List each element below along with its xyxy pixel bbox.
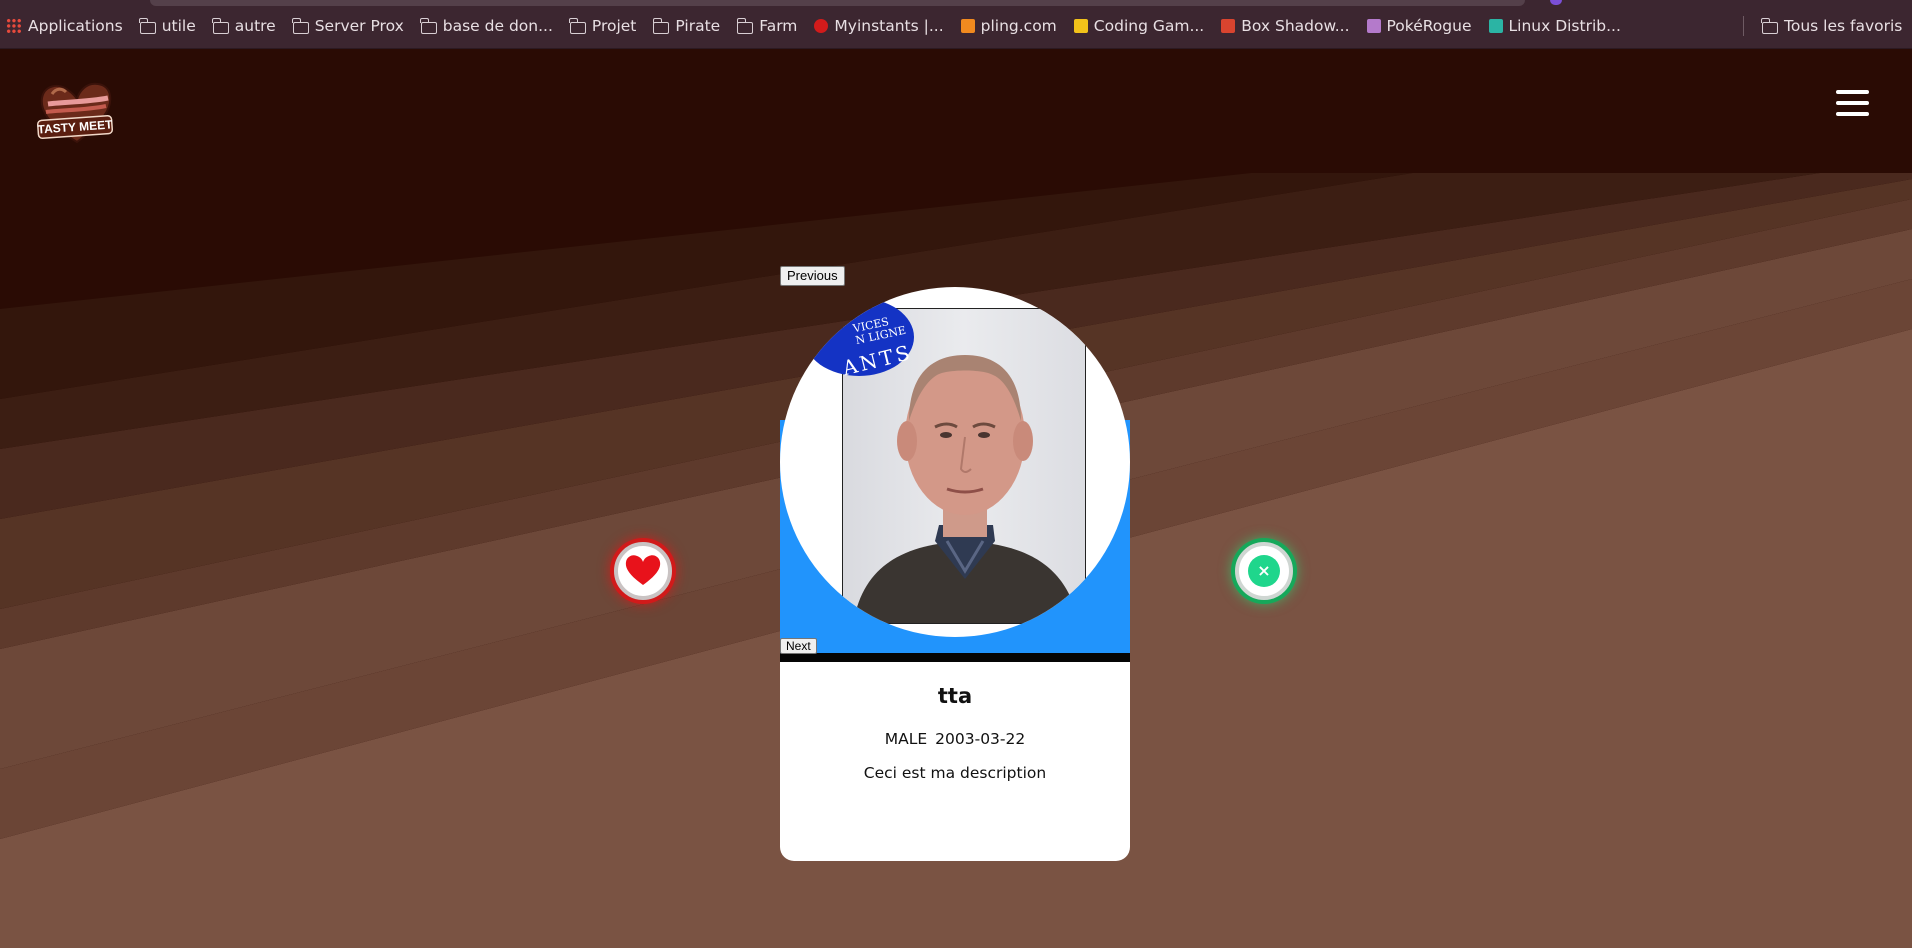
bookmark-item[interactable]: Projet: [569, 15, 637, 37]
extension-indicator[interactable]: [1550, 0, 1562, 5]
bookmark-item[interactable]: Myinstants |...: [814, 15, 944, 37]
myinstants-favicon: [814, 19, 829, 33]
profile-photo: VICES N LIGNE ANTS: [780, 287, 1130, 637]
bookmark-item[interactable]: Farm: [736, 15, 798, 37]
profile-meta: MALE 2003-03-22: [780, 730, 1130, 748]
bookmarks-list: Applications utile autre Server Prox base de…: [6, 15, 1638, 37]
bookmark-item[interactable]: utile: [139, 15, 196, 37]
bookmark-label: Linux Distrib...: [1508, 17, 1621, 35]
bookmark-label: Farm: [759, 17, 798, 35]
folder-icon: [139, 17, 156, 34]
bookmark-label: Myinstants |...: [834, 17, 944, 35]
hamburger-menu-icon[interactable]: [1836, 90, 1870, 118]
tastymeet-logo[interactable]: TASTY MEET: [32, 72, 122, 152]
folder-icon: [1761, 17, 1778, 34]
profile-description: Ceci est ma description: [863, 764, 1047, 782]
bookmark-item[interactable]: Box Shadow...: [1221, 15, 1350, 37]
bookmark-item[interactable]: Applications: [6, 15, 123, 37]
bookmark-label: Server Prox: [314, 17, 404, 35]
bookmark-label: pling.com: [980, 17, 1057, 35]
bookmark-label: Coding Gam...: [1093, 17, 1205, 35]
folder-icon: [736, 17, 754, 34]
linux-distrib-favicon: [1488, 19, 1503, 33]
bookmark-item[interactable]: autre: [212, 15, 276, 37]
box-shadow-favicon: [1221, 19, 1236, 33]
bookmark-label: Applications: [28, 17, 123, 35]
bookmark-item[interactable]: Linux Distrib...: [1488, 15, 1621, 37]
bookmark-item[interactable]: PokéRogue: [1366, 15, 1472, 37]
codingame-favicon: [1073, 19, 1088, 33]
bookmark-label: base de don...: [442, 17, 553, 35]
bookmark-label: autre: [234, 17, 276, 35]
bookmark-label: Pirate: [675, 17, 721, 35]
bookmark-item[interactable]: Coding Gam...: [1073, 15, 1205, 37]
page: TASTY MEET VICES N LIGNE ANTS Previous N…: [0, 49, 1912, 948]
profile-birthdate: 2003-03-22: [935, 730, 1026, 748]
card-divider: [780, 653, 1130, 662]
site-header: TASTY MEET: [0, 49, 1912, 173]
bookmark-label: utile: [161, 17, 196, 35]
official-stamp: VICES N LIGNE ANTS: [804, 298, 915, 380]
pokerogue-favicon: [1366, 19, 1381, 33]
profile-gender: MALE: [884, 730, 928, 748]
previous-photo-button[interactable]: Previous: [780, 266, 845, 286]
apps-grid-icon: [6, 18, 22, 34]
bookmark-label: PokéRogue: [1386, 17, 1472, 35]
bookmark-all-favorites[interactable]: Tous les favoris: [1761, 15, 1903, 37]
folder-icon: [292, 17, 309, 34]
next-photo-button[interactable]: Next: [780, 638, 817, 654]
bookmark-label: Projet: [591, 17, 637, 35]
address-bar-edge[interactable]: [150, 0, 1525, 6]
bookmark-item[interactable]: Server Prox: [292, 15, 404, 37]
folder-icon: [212, 17, 229, 34]
close-icon: ×: [1248, 555, 1280, 587]
heart-icon: [625, 555, 661, 585]
dislike-button[interactable]: ×: [1235, 542, 1293, 600]
profile-name: tta: [937, 684, 973, 708]
bookmarks-bar: Applications utile autre Server Prox base de…: [0, 0, 1912, 49]
folder-icon: [652, 17, 670, 34]
bookmark-item[interactable]: base de don...: [420, 15, 553, 37]
pling-favicon: [960, 19, 975, 33]
bookmark-label: Tous les favoris: [1784, 17, 1903, 35]
folder-icon: [569, 17, 586, 34]
folder-icon: [420, 17, 437, 34]
bookmark-item[interactable]: pling.com: [960, 15, 1057, 37]
like-button[interactable]: [614, 542, 672, 600]
bookmark-item[interactable]: Pirate: [652, 15, 721, 37]
bookmarks-separator: [1743, 16, 1744, 36]
bookmark-label: Box Shadow...: [1241, 17, 1350, 35]
